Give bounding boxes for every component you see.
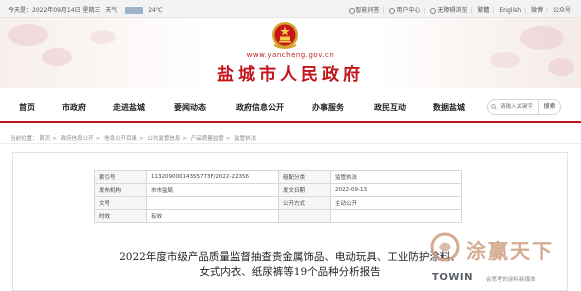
user-icon xyxy=(389,7,396,14)
topbar-links: 智能问答 | 用户中心 | 无障碍浏览 | 繁體 | English | 微博 | 公众号 xyxy=(348,5,571,14)
nav-item-news[interactable]: 要闻动态 xyxy=(174,102,206,113)
blossom-decoration xyxy=(8,24,48,46)
meta-label: 发文日期 xyxy=(278,183,331,197)
nav-item-interaction[interactable]: 政民互动 xyxy=(374,102,406,113)
breadcrumb-public-supervision[interactable]: 公共监管信息 xyxy=(147,136,180,142)
breadcrumb-info-disclosure[interactable]: 政府信息公开 xyxy=(61,136,94,142)
breadcrumb-home[interactable]: 首页 xyxy=(39,136,50,142)
watermark-brand-text: TOWIN xyxy=(432,272,473,283)
watermark-brand: TOWIN xyxy=(432,272,473,283)
blossom-decoration xyxy=(520,26,564,50)
breadcrumb-product-quality[interactable]: 产品质量监管 xyxy=(191,136,224,142)
breadcrumb-catalog[interactable]: 信息公开目录 xyxy=(104,136,137,142)
nav-item-home[interactable]: 首页 xyxy=(19,102,35,113)
meta-label: 索引号 xyxy=(94,170,147,184)
weather-icon xyxy=(125,7,144,14)
search-button[interactable]: 搜索 xyxy=(539,99,561,115)
meta-docno-value xyxy=(146,196,279,210)
nav-item-about-yancheng[interactable]: 走进盐城 xyxy=(113,102,145,113)
link-traditional[interactable]: 繁體 xyxy=(477,7,489,14)
site-domain: www.yancheng.gov.cn xyxy=(246,51,335,59)
towin-logo-icon xyxy=(430,232,460,262)
meta-empty-cell xyxy=(330,209,462,223)
breadcrumb-divider xyxy=(0,143,581,144)
meta-category-value: 监管执法 xyxy=(330,170,462,184)
meta-publisher-value: 市市监局 xyxy=(146,183,279,197)
meta-index-value: 11320900014355773F/2022-22356 xyxy=(146,170,279,184)
national-emblem-icon xyxy=(272,22,298,49)
link-english[interactable]: English xyxy=(499,7,521,14)
link-user-center[interactable]: 用户中心 xyxy=(396,7,420,14)
meta-mode-value: 主动公开 xyxy=(330,196,462,210)
temperature: 24℃ xyxy=(148,7,163,14)
current-date: 今天是：2022年09月14日 星期三 xyxy=(8,7,101,14)
meta-label: 公开方式 xyxy=(278,196,331,210)
table-row: 发布机构 市市监局 发文日期 2022-09-13 xyxy=(94,183,462,197)
nav-item-data[interactable]: 数据盐城 xyxy=(433,102,465,113)
breadcrumb-enforcement[interactable]: 监管执法 xyxy=(234,136,256,142)
accessibility-icon xyxy=(430,7,437,14)
table-row: 时效 有效 xyxy=(94,209,462,223)
top-bar: 今天是：2022年09月14日 星期三 天气 24℃ 智能问答 | 用户中心 | 无… xyxy=(0,0,581,18)
table-row: 文号 公开方式 主动公开 xyxy=(94,196,462,210)
meta-label: 组配分类 xyxy=(278,170,331,184)
meta-label: 时效 xyxy=(94,209,147,223)
breadcrumb: 当前位置： 首页 > 政府信息公开 > 信息公开目录 > 公共监管信息 > 产品质量监管… xyxy=(10,136,257,142)
nav-item-city-government[interactable]: 市政府 xyxy=(62,102,86,113)
table-row: 索引号 11320900014355773F/2022-22356 组配分类 监… xyxy=(94,170,462,184)
link-wechat[interactable]: 公众号 xyxy=(553,7,571,14)
meta-empty-cell xyxy=(278,209,331,223)
qa-icon xyxy=(348,7,355,14)
nav-item-services[interactable]: 办事服务 xyxy=(312,102,344,113)
search-icon xyxy=(491,104,497,110)
site-header: www.yancheng.gov.cn 盐城市人民政府 xyxy=(0,18,581,88)
topbar-left: 今天是：2022年09月14日 星期三 天气 24℃ xyxy=(8,5,166,14)
link-accessibility[interactable]: 无障碍浏览 xyxy=(437,7,467,14)
breadcrumb-prefix: 当前位置： xyxy=(10,136,38,142)
meta-label: 文号 xyxy=(94,196,147,210)
watermark: 涂赢天下 TOWIN 会思考的涂料新媒体 xyxy=(430,232,580,290)
blossom-decoration xyxy=(90,30,116,44)
search-box: 搜索 xyxy=(487,99,565,115)
link-qa[interactable]: 智能问答 xyxy=(356,7,380,14)
watermark-slogan: 会思考的涂料新媒体 xyxy=(486,277,536,283)
link-weibo[interactable]: 微博 xyxy=(531,7,543,14)
watermark-text: 涂赢天下 xyxy=(466,239,554,263)
document-meta-table: 索引号 11320900014355773F/2022-22356 组配分类 监… xyxy=(94,170,462,223)
site-name[interactable]: 盐城市人民政府 xyxy=(0,60,581,85)
meta-pubdate-value: 2022-09-13 xyxy=(330,183,462,197)
weather-label: 天气 xyxy=(105,7,118,14)
nav-divider xyxy=(0,121,581,123)
nav-item-info-disclosure[interactable]: 政府信息公开 xyxy=(236,102,284,113)
meta-label: 发布机构 xyxy=(94,183,147,197)
meta-validity-value: 有效 xyxy=(146,209,279,223)
